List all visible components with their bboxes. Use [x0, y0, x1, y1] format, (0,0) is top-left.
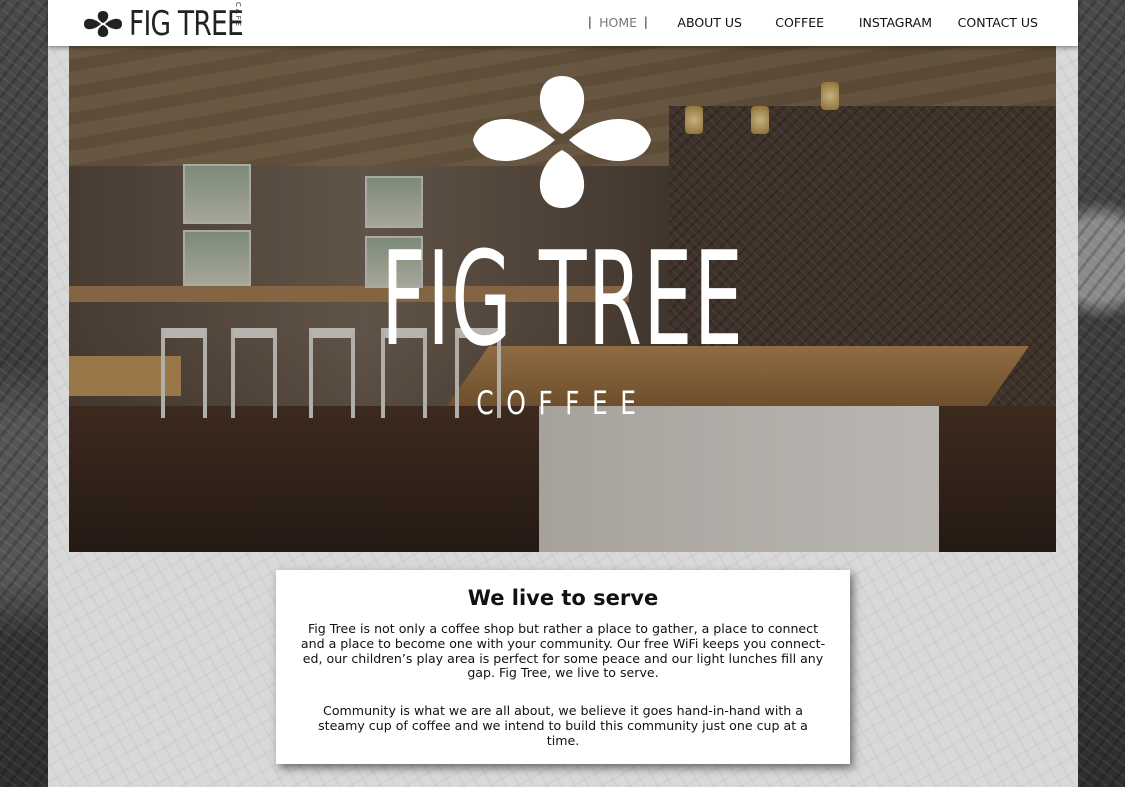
fig-leaf-logo-icon: [473, 76, 651, 208]
hero-banner: FIG TREE COFFEE: [69, 46, 1056, 552]
brand-name: FIG TREE: [129, 4, 244, 44]
intro-card: We live to serve Fig Tree is not only a …: [276, 570, 850, 764]
nav-contact-us[interactable]: CONTACT US: [958, 15, 1038, 30]
fig-leaf-logo-icon: [84, 11, 122, 37]
nav-about-us[interactable]: ABOUT US: [677, 15, 742, 30]
intro-paragraph: Community is what we are all about, we b…: [318, 703, 808, 748]
intro-heading: We live to serve: [467, 586, 659, 610]
nav-instagram[interactable]: INSTAGRAM: [859, 15, 932, 30]
hero-title: FIG TREE: [380, 224, 745, 374]
hero-subtitle: COFFEE: [476, 384, 649, 422]
brand-link[interactable]: FIG TREE: [81, 6, 275, 42]
nav-home[interactable]: HOME: [599, 15, 637, 30]
nav-separator: |: [643, 14, 648, 29]
nav-separator: |: [587, 14, 592, 29]
nav-coffee[interactable]: COFFEE: [775, 15, 824, 30]
top-navbar: FIG TREE CAFE | HOME | ABOUT US COFFEE I…: [48, 0, 1078, 46]
intro-paragraph: Fig Tree is not only a coffee shop but r…: [300, 621, 826, 681]
page-container: FIG TREE CAFE | HOME | ABOUT US COFFEE I…: [48, 0, 1078, 787]
brand-subtitle: CAFE: [234, 2, 242, 29]
